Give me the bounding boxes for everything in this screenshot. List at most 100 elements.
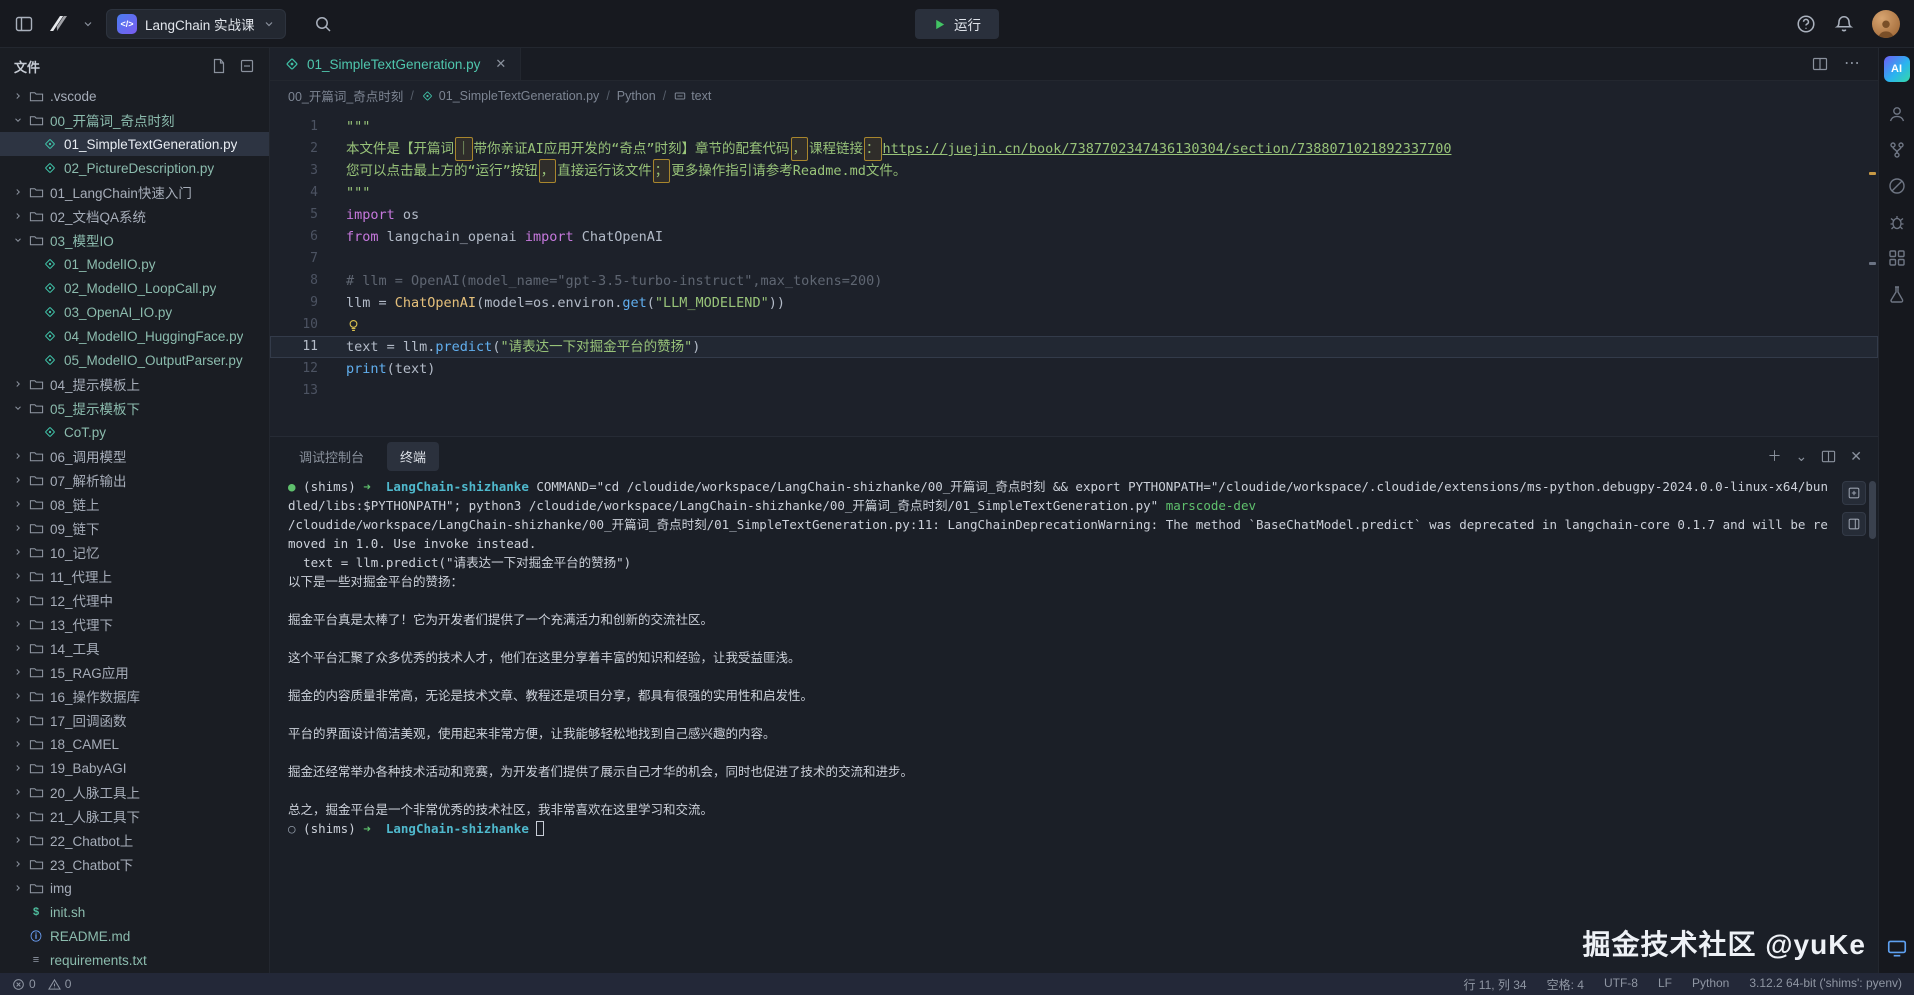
- tab-debug-console[interactable]: 调试控制台: [286, 442, 377, 471]
- tree-item-label: 02_文档QA系统: [50, 206, 146, 226]
- tree-file-01_SimpleTextGeneration.py[interactable]: 01_SimpleTextGeneration.py: [0, 132, 269, 156]
- tree-folder-20_人脉工具上[interactable]: 20_人脉工具上: [0, 780, 269, 804]
- bug-icon[interactable]: [1887, 212, 1907, 232]
- tree-folder-15_RAG应用[interactable]: 15_RAG应用: [0, 660, 269, 684]
- project-switcher[interactable]: </> LangChain 实战课: [106, 9, 286, 39]
- split-panel-icon[interactable]: [1821, 449, 1836, 464]
- tree-file-03_OpenAI_IO.py[interactable]: 03_OpenAI_IO.py: [0, 300, 269, 324]
- tree-folder-11_代理上[interactable]: 11_代理上: [0, 564, 269, 588]
- chevron-right-icon: [10, 712, 26, 728]
- split-editor-icon[interactable]: [1812, 56, 1828, 72]
- symbol-icon: [673, 89, 686, 102]
- user-icon[interactable]: [1887, 104, 1907, 124]
- remote-display-icon[interactable]: [1886, 937, 1908, 959]
- tree-folder-00_开篇词_奇点时刻[interactable]: 00_开篇词_奇点时刻: [0, 108, 269, 132]
- new-file-icon[interactable]: [211, 58, 227, 74]
- tree-folder-21_人脉工具下[interactable]: 21_人脉工具下: [0, 804, 269, 828]
- python-file-icon: [42, 424, 58, 440]
- status-eol[interactable]: LF: [1658, 976, 1672, 993]
- folder-icon: [28, 184, 44, 200]
- folder-icon: [28, 544, 44, 560]
- extensions-grid-icon[interactable]: [1887, 248, 1907, 268]
- tree-folder-06_调用模型[interactable]: 06_调用模型: [0, 444, 269, 468]
- breadcrumb[interactable]: 00_开篇词_奇点时刻/01_SimpleTextGeneration.py/P…: [270, 81, 1878, 110]
- code-editor[interactable]: 1"""2本文件是【开篇词｜带你亲证AI应用开发的“奇点”时刻】章节的配套代码，…: [270, 110, 1878, 436]
- help-icon[interactable]: [1796, 14, 1816, 34]
- tree-file-02_PictureDescription.py[interactable]: 02_PictureDescription.py: [0, 156, 269, 180]
- user-avatar[interactable]: [1872, 10, 1900, 38]
- breadcrumb-item-text[interactable]: text: [673, 89, 711, 103]
- tree-folder-05_提示模板下[interactable]: 05_提示模板下: [0, 396, 269, 420]
- tree-folder-07_解析输出[interactable]: 07_解析输出: [0, 468, 269, 492]
- tree-folder-22_Chatbot上[interactable]: 22_Chatbot上: [0, 828, 269, 852]
- problems-errors[interactable]: 0: [12, 977, 36, 991]
- terminal-dropdown-icon[interactable]: ⌄: [1796, 449, 1808, 463]
- tree-file-05_ModelIO_OutputParser.py[interactable]: 05_ModelIO_OutputParser.py: [0, 348, 269, 372]
- tree-folder-img[interactable]: img: [0, 876, 269, 900]
- problems-warnings[interactable]: 0: [48, 977, 72, 991]
- close-icon[interactable]: ✕: [495, 56, 506, 72]
- beaker-icon[interactable]: [1887, 284, 1907, 304]
- open-editor-icon[interactable]: [1842, 512, 1866, 536]
- tree-file-requirements.txt[interactable]: ≡requirements.txt: [0, 948, 269, 972]
- collapse-folders-icon[interactable]: [239, 58, 255, 74]
- ai-assistant-icon[interactable]: AI: [1884, 56, 1910, 82]
- tree-folder-03_模型IO[interactable]: 03_模型IO: [0, 228, 269, 252]
- lightbulb-icon[interactable]: [346, 318, 361, 333]
- tree-folder-18_CAMEL[interactable]: 18_CAMEL: [0, 732, 269, 756]
- marscode-logo-icon[interactable]: [46, 12, 70, 36]
- close-panel-icon[interactable]: ✕: [1850, 449, 1862, 463]
- code-lines: 1"""2本文件是【开篇词｜带你亲证AI应用开发的“奇点”时刻】章节的配套代码，…: [270, 116, 1878, 402]
- tab-01_SimpleTextGeneration[interactable]: 01_SimpleTextGeneration.py ✕: [270, 48, 521, 80]
- more-actions-icon[interactable]: ⋯: [1844, 56, 1860, 72]
- menu-icon[interactable]: [14, 14, 34, 34]
- tree-folder-12_代理中[interactable]: 12_代理中: [0, 588, 269, 612]
- terminal-output[interactable]: ● (shims) ➜ LangChain-shizhanke COMMAND=…: [270, 475, 1878, 973]
- tree-file-04_ModelIO_HuggingFace.py[interactable]: 04_ModelIO_HuggingFace.py: [0, 324, 269, 348]
- tree-file-01_ModelIO.py[interactable]: 01_ModelIO.py: [0, 252, 269, 276]
- folder-icon: [28, 88, 44, 104]
- status-interpreter[interactable]: 3.12.2 64-bit ('shims': pyenv): [1749, 976, 1902, 993]
- tree-file-02_ModelIO_LoopCall.py[interactable]: 02_ModelIO_LoopCall.py: [0, 276, 269, 300]
- tab-terminal[interactable]: 终端: [387, 442, 439, 471]
- chevron-down-icon[interactable]: [82, 18, 94, 30]
- tree-folder-09_链下[interactable]: 09_链下: [0, 516, 269, 540]
- tree-folder-16_操作数据库[interactable]: 16_操作数据库: [0, 684, 269, 708]
- tree-item-label: 08_链上: [50, 494, 100, 514]
- tree-folder-.vscode[interactable]: .vscode: [0, 84, 269, 108]
- new-terminal-icon[interactable]: ＋: [1768, 449, 1782, 463]
- breadcrumb-item-00_开篇词_奇点时刻[interactable]: 00_开篇词_奇点时刻: [288, 86, 403, 105]
- chevron-right-icon: [10, 760, 26, 776]
- terminal-scrollbar[interactable]: [1869, 481, 1876, 539]
- tree-file-README.md[interactable]: ⓘREADME.md: [0, 924, 269, 948]
- chevron-right-icon: [10, 616, 26, 632]
- tree-file-init.sh[interactable]: $init.sh: [0, 900, 269, 924]
- search-icon[interactable]: [314, 15, 332, 33]
- folder-icon: [28, 664, 44, 680]
- status-cursor-position[interactable]: 行 11, 列 34: [1463, 976, 1526, 993]
- tree-folder-04_提示模板上[interactable]: 04_提示模板上: [0, 372, 269, 396]
- run-button[interactable]: 运行: [915, 9, 999, 39]
- status-indentation[interactable]: 空格: 4: [1547, 976, 1584, 993]
- git-branch-icon[interactable]: [1887, 140, 1907, 160]
- tree-folder-14_工具[interactable]: 14_工具: [0, 636, 269, 660]
- overview-ruler: [1866, 110, 1878, 436]
- tree-folder-02_文档QA系统[interactable]: 02_文档QA系统: [0, 204, 269, 228]
- status-encoding[interactable]: UTF-8: [1604, 976, 1638, 993]
- tree-folder-01_LangChain快速入门[interactable]: 01_LangChain快速入门: [0, 180, 269, 204]
- tree-folder-10_记忆[interactable]: 10_记忆: [0, 540, 269, 564]
- tree-folder-19_BabyAGI[interactable]: 19_BabyAGI: [0, 756, 269, 780]
- terminal-line: [288, 781, 1832, 800]
- tree-folder-17_回调函数[interactable]: 17_回调函数: [0, 708, 269, 732]
- tree-folder-13_代理下[interactable]: 13_代理下: [0, 612, 269, 636]
- run-circle-icon[interactable]: [1887, 176, 1907, 196]
- tree-folder-08_链上[interactable]: 08_链上: [0, 492, 269, 516]
- breadcrumb-item-Python[interactable]: Python: [617, 89, 656, 103]
- breadcrumb-item-01_SimpleTextGeneration.py[interactable]: 01_SimpleTextGeneration.py: [421, 89, 600, 103]
- notifications-bell-icon[interactable]: [1834, 14, 1854, 34]
- tree-folder-23_Chatbot下[interactable]: 23_Chatbot下: [0, 852, 269, 876]
- tree-file-CoT.py[interactable]: CoT.py: [0, 420, 269, 444]
- code-line-12: 12print(text): [270, 358, 1878, 380]
- add-square-icon[interactable]: [1842, 481, 1866, 505]
- status-language[interactable]: Python: [1692, 976, 1729, 993]
